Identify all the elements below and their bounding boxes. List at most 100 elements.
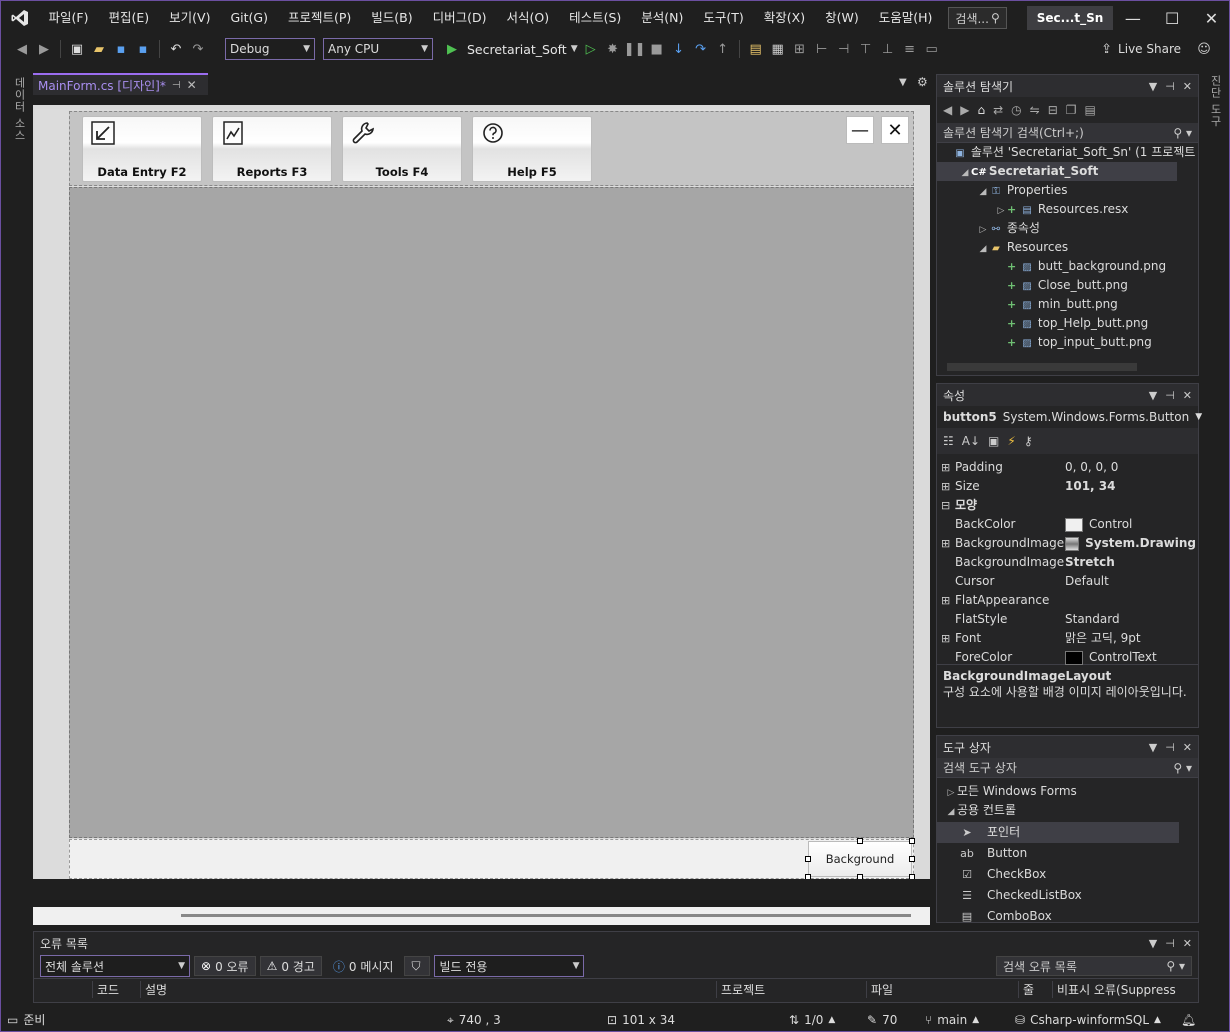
expand-icon[interactable]: ⊟	[941, 496, 955, 515]
property-row[interactable]: ⊞ Font 맑은 고딕, 9pt	[941, 629, 1196, 648]
pin-icon[interactable]: ⊣	[1165, 937, 1175, 950]
toolbox-group-all[interactable]: ▷ 모든 Windows Forms	[937, 782, 1177, 801]
property-row[interactable]: ⊟ 모양	[941, 496, 1196, 515]
property-value[interactable]	[1065, 591, 1196, 610]
property-row[interactable]: ⊞ BackgroundImage System.Drawing	[941, 534, 1196, 553]
menu-item-8[interactable]: 테스트(S)	[559, 1, 631, 35]
show-all-files-icon[interactable]: ▤	[1085, 103, 1096, 117]
status-edits[interactable]: ✎ 70	[867, 1007, 897, 1031]
menu-item-13[interactable]: 도움말(H)	[869, 1, 943, 35]
platform-dropdown[interactable]: Any CPU ▼	[323, 38, 433, 60]
property-value[interactable]: Standard	[1065, 610, 1196, 629]
property-row[interactable]: BackColor Control	[941, 515, 1196, 534]
resize-handle[interactable]	[805, 856, 811, 862]
menu-item-10[interactable]: 도구(T)	[693, 1, 753, 35]
menu-item-1[interactable]: 편집(E)	[99, 1, 160, 35]
menu-item-6[interactable]: 디버그(D)	[423, 1, 497, 35]
error-list-column-header[interactable]: 코드	[92, 981, 119, 998]
nav-button-3[interactable]: Help F5	[472, 116, 592, 182]
solution-tree-item[interactable]: ◢ C# Secretariat_Soft	[937, 162, 1177, 181]
menu-item-9[interactable]: 분석(N)	[631, 1, 693, 35]
menu-item-7[interactable]: 서식(O)	[497, 1, 560, 35]
property-value[interactable]: 맑은 고딕, 9pt	[1065, 629, 1196, 648]
categorized-icon[interactable]: ☷	[943, 434, 954, 448]
pin-icon[interactable]: ⊣	[1165, 741, 1175, 754]
error-list-column-header[interactable]: 설명	[140, 981, 167, 998]
expand-icon[interactable]	[941, 648, 955, 667]
close-icon[interactable]: ✕	[1183, 937, 1192, 950]
background-button[interactable]: Background	[808, 841, 912, 877]
nav-button-0[interactable]: Data Entry F2	[82, 116, 202, 182]
property-row[interactable]: ⊞ Padding 0, 0, 0, 0	[941, 458, 1196, 477]
property-value[interactable]: Control	[1065, 515, 1196, 534]
stop-icon[interactable]: ■	[648, 40, 666, 58]
gear-icon[interactable]: ⚙	[917, 75, 928, 89]
properties-icon[interactable]: ▣	[988, 434, 999, 448]
chevron-down-icon[interactable]: ▼	[571, 44, 578, 54]
status-lines[interactable]: ⇅ 1/0 ▲	[789, 1007, 835, 1031]
status-repo[interactable]: ⛁ Csharp-winformSQL ▲	[1015, 1007, 1161, 1031]
pin-icon[interactable]: ⊣	[1165, 389, 1175, 402]
live-share-button[interactable]: ⇪ Live Share	[1101, 42, 1181, 57]
configuration-dropdown[interactable]: Debug ▼	[225, 38, 315, 60]
menu-item-5[interactable]: 빌드(B)	[361, 1, 422, 35]
solution-tree-item[interactable]: ◢ ⚿ Properties	[937, 181, 1177, 200]
align-middle-icon[interactable]: ≡	[901, 40, 919, 58]
solution-tree-item[interactable]: + ▨ Close_butt.png	[937, 276, 1177, 295]
dropdown-icon[interactable]: ▼	[1149, 80, 1157, 93]
property-value[interactable]: Default	[1065, 572, 1196, 591]
solution-name-badge[interactable]: Sec...t_Sn	[1026, 6, 1114, 30]
pin-icon[interactable]: ⊣	[172, 80, 181, 91]
redo-icon[interactable]: ↷	[189, 40, 207, 58]
diagnostic-tools-tab[interactable]: 진단 도구	[1207, 75, 1223, 128]
forward-icon[interactable]: ▶	[35, 40, 53, 58]
save-all-icon[interactable]: ▪	[134, 40, 152, 58]
form-close-button[interactable]: ✕	[881, 116, 909, 144]
start-debug-icon[interactable]: ▶	[443, 40, 461, 58]
forward-icon[interactable]: ▶	[960, 103, 969, 117]
build-filter-dropdown[interactable]: 빌드 전용 ▼	[434, 955, 585, 977]
alphabetical-icon[interactable]: A↓	[962, 434, 980, 448]
error-list-column-header[interactable]: 프로젝트	[716, 981, 765, 998]
property-value[interactable]: ControlText	[1065, 648, 1196, 667]
align-left-icon[interactable]: ⊢	[813, 40, 831, 58]
history-icon[interactable]: ◷	[1011, 103, 1021, 117]
hot-reload-icon[interactable]: ✸	[604, 40, 622, 58]
save-icon[interactable]: ▪	[112, 40, 130, 58]
horizontal-scrollbar[interactable]	[947, 363, 1137, 371]
expand-icon[interactable]	[941, 572, 955, 591]
filter-button[interactable]: ⛉	[404, 956, 431, 976]
property-row[interactable]: ForeColor ControlText	[941, 648, 1196, 667]
solution-tree-item[interactable]: ▣ 솔루션 'Secretariat_Soft_Sn' (1 프로젝트	[937, 143, 1195, 162]
back-icon[interactable]: ◀	[943, 103, 952, 117]
start-without-debug-icon[interactable]: ▷	[582, 40, 600, 58]
toolbox-item[interactable]: ▤ ComboBox	[937, 906, 1179, 927]
horizontal-scrollbar-thumb[interactable]	[181, 914, 911, 917]
collapse-all-icon[interactable]: ⊟	[1048, 103, 1058, 117]
solution-tree-item[interactable]: + ▨ min_butt.png	[937, 295, 1177, 314]
close-icon[interactable]: ✕	[1183, 741, 1192, 754]
data-sources-tab[interactable]: 데이터 소스	[11, 77, 27, 142]
solution-tree-item[interactable]: + ▨ top_input_butt.png	[937, 333, 1177, 352]
error-scope-dropdown[interactable]: 전체 솔루션 ▼	[40, 955, 190, 977]
undo-icon[interactable]: ↶	[167, 40, 185, 58]
form-bottom-panel[interactable]	[69, 839, 914, 879]
menu-item-0[interactable]: 파일(F)	[39, 1, 99, 35]
form-top-panel[interactable]: Data Entry F2 Reports F3 Tools F4 Help F5 —…	[69, 111, 914, 186]
resize-handle[interactable]	[909, 856, 915, 862]
resize-handle[interactable]	[909, 838, 915, 844]
home-icon[interactable]: ⌂	[977, 103, 985, 117]
expand-icon[interactable]	[941, 610, 955, 629]
expand-icon[interactable]: ⊞	[941, 629, 955, 648]
error-list-search[interactable]: 검색 오류 목록 ⚲ ▾	[996, 956, 1192, 976]
minimize-button[interactable]: —	[1113, 1, 1152, 35]
solution-explorer-search[interactable]: 솔루션 탐색기 검색(Ctrl+;) ⚲ ▾	[937, 123, 1198, 143]
dropdown-icon[interactable]: ▼	[1149, 741, 1157, 754]
nav-button-2[interactable]: Tools F4	[342, 116, 462, 182]
align-right-icon[interactable]: ⊤	[857, 40, 875, 58]
nav-button-1[interactable]: Reports F3	[212, 116, 332, 182]
align-bottom-icon[interactable]: ▭	[923, 40, 941, 58]
property-value[interactable]	[1065, 496, 1196, 515]
expand-icon[interactable]: ⊞	[941, 458, 955, 477]
property-row[interactable]: FlatStyle Standard	[941, 610, 1196, 629]
